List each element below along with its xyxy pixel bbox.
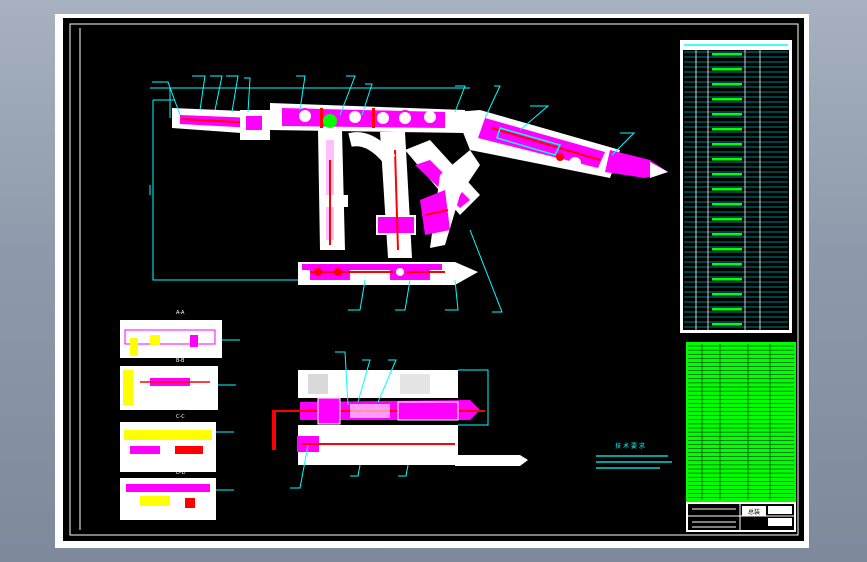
parts-row-entry [712, 218, 742, 221]
parts-row-entry [712, 263, 742, 266]
title-block: 总装 [686, 502, 796, 532]
parts-row-entry [712, 203, 742, 206]
parts-row-entry [712, 128, 742, 131]
technical-notes: 技 术 要 求 [596, 442, 672, 469]
section-view-1: A-A [120, 310, 240, 358]
cutter-arm [172, 108, 270, 140]
section-views: A-A B-B C-C D-D [120, 310, 240, 520]
detail-label-a: A-A [176, 310, 185, 316]
section-view-2: B-B [120, 358, 236, 410]
parts-row-entry [712, 233, 742, 236]
parts-list-table [680, 40, 792, 333]
technical-notes-heading: 技 术 要 求 [615, 442, 645, 450]
crawler-base [298, 262, 478, 285]
detail-label-b: B-B [176, 358, 185, 364]
parts-row-entry [712, 323, 742, 326]
parts-row-entry [712, 158, 742, 161]
section-view-4: D-D [120, 470, 234, 520]
top-beam [270, 103, 465, 133]
parts-row-entry [712, 188, 742, 191]
parts-row-entry [712, 98, 742, 101]
parts-row-entry [712, 113, 742, 116]
cad-drawing: A-A B-B C-C D-D 技 术 要 求 总装 [69, 23, 799, 536]
parts-row-entry [712, 278, 742, 281]
support-columns [318, 130, 416, 258]
parts-row-entry [712, 53, 742, 56]
detail-label-c: C-C [176, 414, 185, 420]
parts-row-entry [712, 173, 742, 176]
parts-row-entry [712, 143, 742, 146]
plan-view [272, 351, 528, 489]
parts-row-entry [712, 68, 742, 71]
parts-row-entry [712, 83, 742, 86]
section-view-3: C-C [120, 414, 234, 472]
bill-of-materials [686, 342, 796, 502]
parts-row-entry [712, 248, 742, 251]
inclined-boom [455, 110, 668, 178]
title-block-label: 总装 [748, 508, 760, 516]
parts-row-entry [712, 293, 742, 296]
main-elevation-view [149, 75, 668, 313]
detail-label-d: D-D [176, 470, 186, 476]
parts-row-entry [712, 308, 742, 311]
